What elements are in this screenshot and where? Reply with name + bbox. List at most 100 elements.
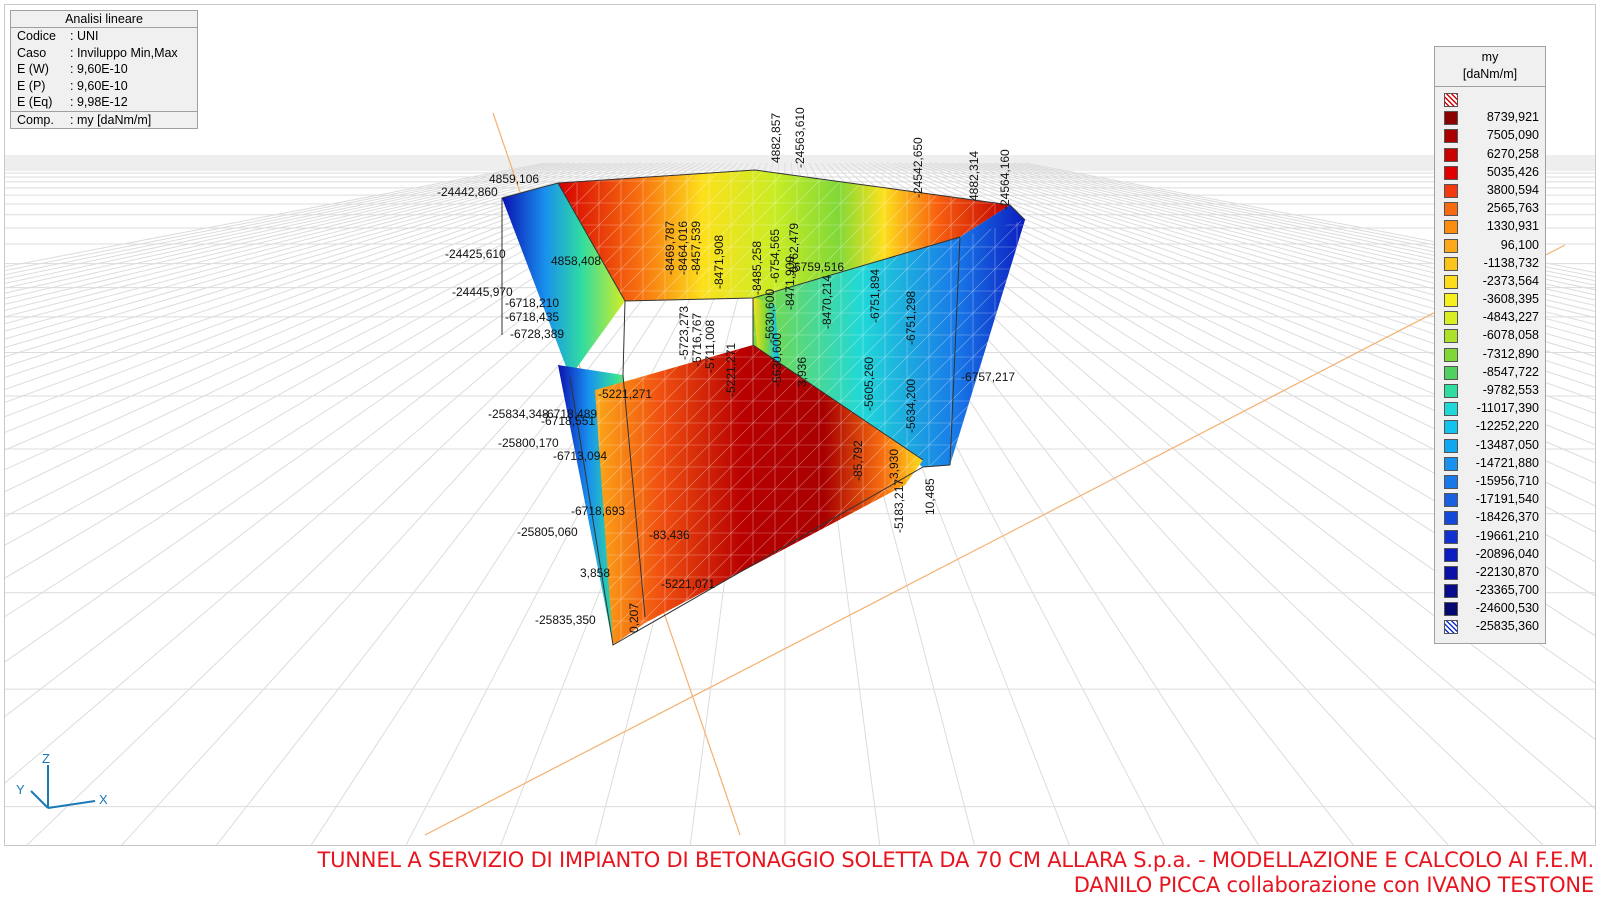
z-axis-label: Z <box>42 753 50 766</box>
value-label: -8457,539 <box>689 221 703 275</box>
legend-row: 7505,090 <box>1435 127 1545 145</box>
legend-row: -22130,870 <box>1435 564 1545 582</box>
value-label: -5711,008 <box>703 320 717 373</box>
legend-swatch <box>1444 220 1458 235</box>
legend-swatch <box>1444 511 1458 526</box>
legend-value: -8547,722 <box>1482 364 1539 379</box>
legend-row: -17191,540 <box>1435 491 1545 509</box>
legend-row: -18426,370 <box>1435 509 1545 527</box>
legend-swatch <box>1444 183 1458 198</box>
value-label: -6718,210 <box>505 296 559 310</box>
info-value: : UNI <box>70 29 99 43</box>
value-label: -6713,094 <box>553 449 607 463</box>
color-legend: my [daNm/m] 8739,921 7505,090 6270,258 5035… <box>1434 46 1546 644</box>
value-label: -85,792 <box>851 440 865 481</box>
legend-row: -9782,553 <box>1435 382 1545 400</box>
legend-value: -4843,227 <box>1482 310 1539 325</box>
legend-title: my <box>1481 50 1499 64</box>
value-label: 3,858 <box>580 566 610 580</box>
legend-swatch <box>1444 456 1458 471</box>
legend-swatch <box>1444 293 1458 308</box>
value-label: -24542,650 <box>911 137 925 198</box>
info-row-ew: E (W): 9,60E-10 <box>11 61 197 78</box>
legend-row: -3608,395 <box>1435 291 1545 309</box>
value-label: -24564,160 <box>998 149 1012 210</box>
legend-row: -8547,722 <box>1435 364 1545 382</box>
legend-row: 1330,931 <box>1435 218 1545 236</box>
legend-swatch <box>1444 329 1458 344</box>
legend-swatch <box>1444 256 1458 271</box>
info-row-eeq: E (Eq) : 9,98E-12 <box>11 94 197 111</box>
value-label: 4858,408 <box>551 254 601 268</box>
value-label: 0,207 <box>627 603 641 633</box>
legend-value: -11017,390 <box>1476 401 1539 416</box>
legend-value: -7312,890 <box>1482 346 1539 361</box>
legend-swatch <box>1444 274 1458 289</box>
analysis-info-panel: Analisi lineare Codice: UNI Caso: Invilu… <box>10 10 198 129</box>
info-value: : 9,98E-12 <box>70 95 128 109</box>
legend-value: 7505,090 <box>1486 128 1539 143</box>
legend-swatch <box>1444 165 1458 180</box>
value-label: -24425,610 <box>445 247 506 261</box>
info-row-codice: Codice: UNI <box>11 28 197 45</box>
legend-swatch <box>1444 129 1458 144</box>
footer-line-2: DANILO PICCA collaborazione con IVANO TE… <box>1073 873 1595 897</box>
value-label: -25834,348 <box>488 407 549 421</box>
info-key: Caso <box>17 45 47 60</box>
value-label: 10,485 <box>923 478 937 515</box>
legend-unit: [daNm/m] <box>1462 67 1518 81</box>
legend-row: -1138,732 <box>1435 255 1545 273</box>
legend-row: -19661,210 <box>1435 528 1545 546</box>
info-key: E (Eq) <box>17 95 53 109</box>
legend-value: -13487,050 <box>1475 437 1539 452</box>
value-label: 4882,314 <box>967 151 981 201</box>
y-axis-label: Y <box>16 782 25 797</box>
value-label: -5221,271 <box>598 387 652 401</box>
legend-swatch <box>1444 365 1458 380</box>
value-label: -5634,200 <box>904 379 918 433</box>
legend-value: -17191,540 <box>1475 492 1539 507</box>
legend-swatch <box>1444 438 1458 453</box>
legend-row: -4843,227 <box>1435 309 1545 327</box>
legend-value: -25835,360 <box>1475 619 1539 634</box>
value-label: -5630,600 <box>770 333 784 387</box>
value-label: -6718,435 <box>505 310 559 324</box>
legend-value: -20896,040 <box>1475 546 1539 561</box>
value-label: -8471,908 <box>712 235 726 289</box>
x-axis-label: X <box>99 792 108 807</box>
fem-result-scene[interactable]: 4859,106 -24442,860 -24425,610 4858,408 … <box>5 5 1596 846</box>
legend-value: -9782,553 <box>1482 383 1539 397</box>
value-label: -6728,389 <box>510 327 564 341</box>
value-label: -6751,894 <box>868 269 882 323</box>
footer-caption: TUNNEL A SERVIZIO DI IMPIANTO DI BETONAG… <box>0 848 1595 898</box>
value-label: 4882,857 <box>769 113 783 163</box>
value-label: 4859,106 <box>489 172 539 186</box>
legend-swatch <box>1444 347 1458 362</box>
info-key: E (P) <box>17 78 46 93</box>
legend-row: 2565,763 <box>1435 200 1545 218</box>
legend-row: -6078,058 <box>1435 327 1545 345</box>
footer-line-1: TUNNEL A SERVIZIO DI IMPIANTO DI BETONAG… <box>317 848 1595 872</box>
value-label: -8464,016 <box>676 221 690 275</box>
legend-swatch <box>1444 111 1458 126</box>
value-label: -6718,551 <box>541 414 595 428</box>
legend-value: -24600,530 <box>1475 601 1539 616</box>
info-value: : Inviluppo Min,Max <box>70 45 178 60</box>
value-label: -25800,170 <box>498 436 559 450</box>
legend-value: -2373,564 <box>1482 273 1539 288</box>
legend-value: 1330,931 <box>1486 219 1539 234</box>
legend-swatch <box>1444 420 1458 435</box>
legend-swatch <box>1444 474 1458 489</box>
axis-triad: Z Y X <box>16 753 108 809</box>
legend-row: -12252,220 <box>1435 418 1545 436</box>
legend-swatch <box>1444 202 1458 217</box>
legend-value: -1138,732 <box>1483 255 1539 270</box>
value-label: -83,436 <box>649 528 690 542</box>
legend-value: -3608,395 <box>1482 292 1539 307</box>
info-key: Comp. <box>17 112 54 127</box>
model-viewport[interactable]: 4859,106 -24442,860 -24425,610 4858,408 … <box>4 4 1596 846</box>
legend-row: 96,100 <box>1435 237 1545 255</box>
grid-line <box>5 162 612 325</box>
legend-value: -18426,370 <box>1475 510 1539 525</box>
legend-swatch <box>1444 602 1458 617</box>
